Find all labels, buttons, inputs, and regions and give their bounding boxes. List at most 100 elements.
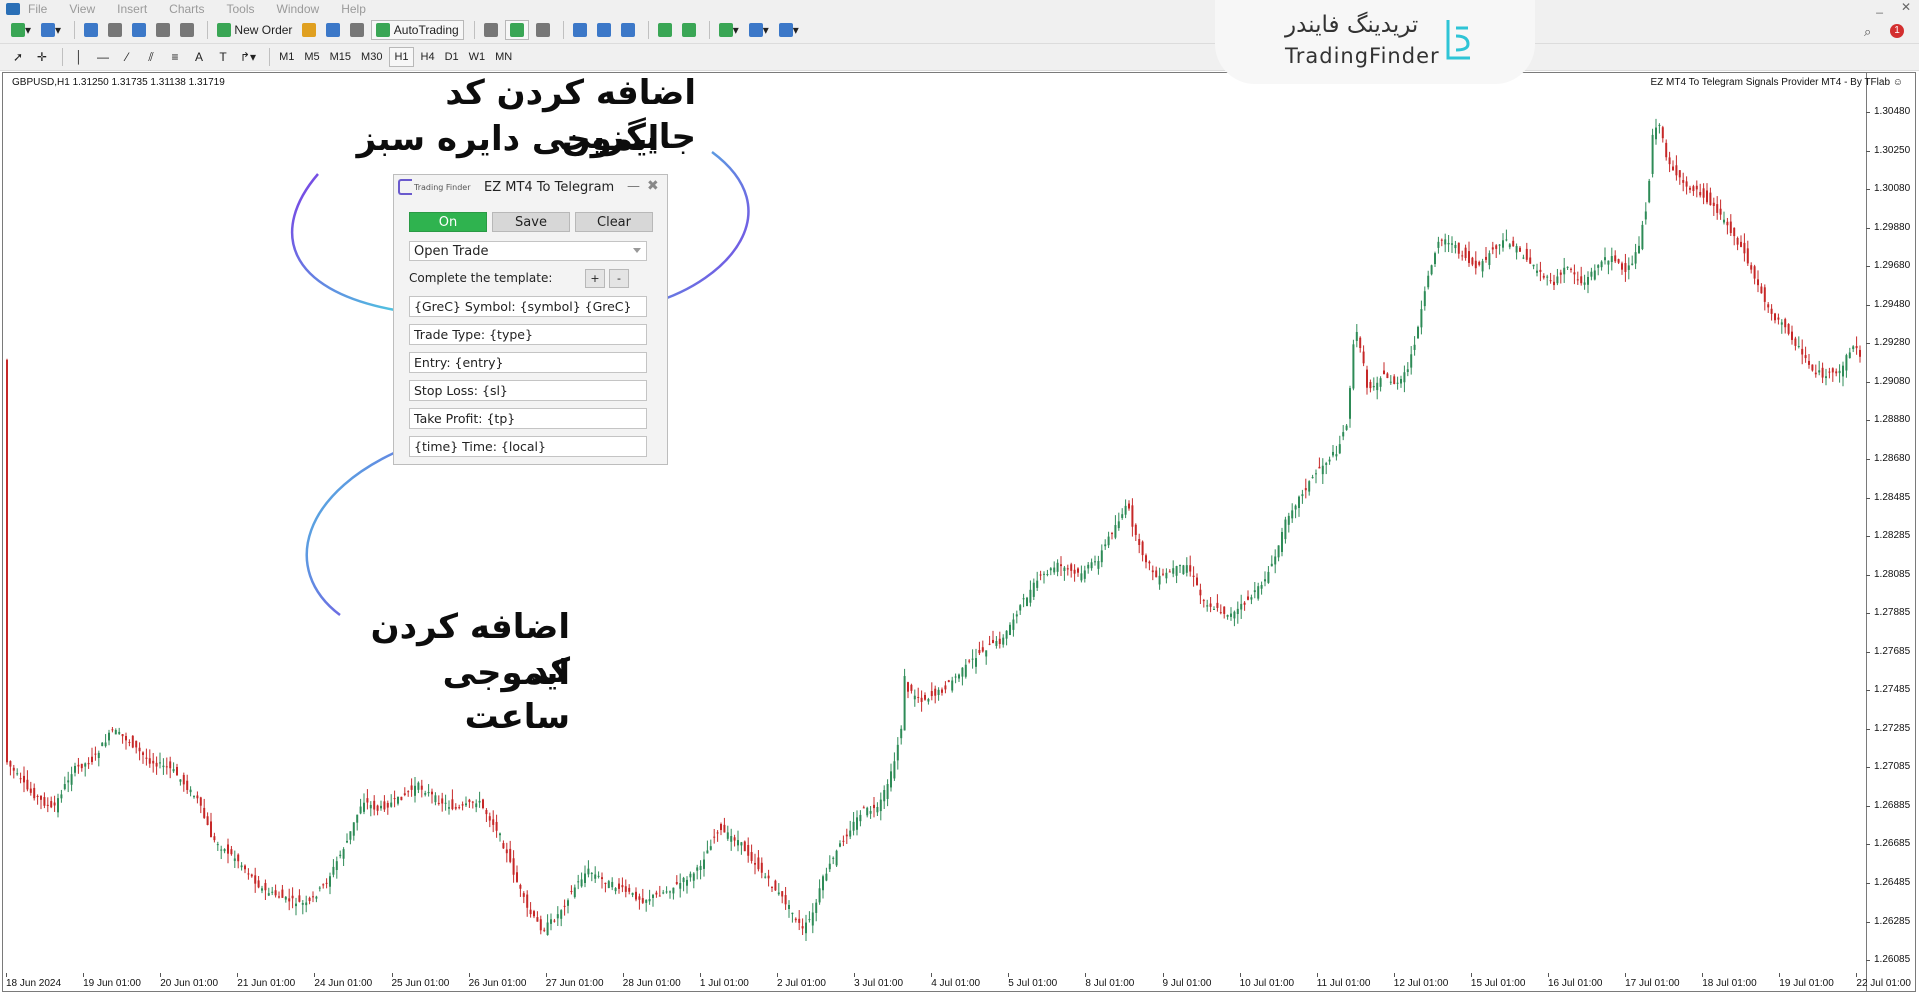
candle-body: [118, 731, 121, 734]
trade-event-select[interactable]: Open Trade: [409, 241, 647, 261]
candle-body: [1005, 630, 1008, 639]
candle-body: [1505, 239, 1508, 241]
candle-body: [1515, 246, 1518, 253]
template-field-3[interactable]: Entry: {entry}: [409, 352, 647, 373]
candle-body: [995, 640, 998, 646]
candle-body: [1855, 346, 1858, 349]
close-icon[interactable]: ✖: [647, 178, 659, 194]
save-button[interactable]: Save: [492, 212, 570, 232]
panel-header[interactable]: Trading Finder EZ MT4 To Telegram — ✖: [394, 175, 667, 201]
candle-body: [131, 735, 134, 748]
candle-body: [1736, 238, 1739, 245]
candle-body: [1468, 251, 1470, 263]
candle-body: [1277, 545, 1280, 558]
template-field-6[interactable]: {time} Time: {local}: [409, 436, 647, 457]
candle-body: [325, 882, 328, 884]
candle-body: [835, 850, 838, 866]
candle-body: [1260, 585, 1263, 589]
candle-body: [1689, 187, 1691, 190]
candle-body: [369, 804, 372, 809]
candle-body: [1311, 477, 1314, 479]
candle-body: [380, 805, 382, 809]
candle-body: [672, 887, 675, 894]
candle-body: [162, 765, 165, 768]
panel-brand: Trading Finder: [414, 183, 471, 192]
candle-body: [298, 895, 301, 902]
candle-body: [1437, 241, 1440, 248]
candle-body: [305, 902, 308, 906]
candle-body: [750, 852, 753, 861]
minimize-icon[interactable]: —: [627, 179, 640, 194]
tradingfinder-logo-icon: [1446, 20, 1470, 60]
candle-body: [1148, 561, 1151, 564]
candle-body: [165, 766, 168, 768]
candle-body: [57, 798, 59, 813]
candle-body: [692, 873, 695, 881]
candle-body: [631, 892, 634, 895]
candle-body: [342, 849, 345, 859]
template-label: Complete the template:: [409, 271, 553, 285]
candle-body: [1634, 252, 1637, 264]
candle-body: [1019, 605, 1022, 611]
logo-text-en: TradingFinder: [1285, 44, 1440, 68]
template-field-5[interactable]: Take Profit: {tp}: [409, 408, 647, 429]
candle-body: [1131, 505, 1134, 527]
candle-body: [322, 884, 325, 886]
template-field-1[interactable]: {GreC} Symbol: {symbol} {GreC}: [409, 296, 647, 317]
candle-body: [1774, 313, 1776, 321]
candle-body: [1743, 242, 1746, 254]
template-field-4[interactable]: Stop Loss: {sl}: [409, 380, 647, 401]
candle-body: [478, 800, 481, 803]
candle-body: [1070, 564, 1073, 571]
candle-body: [1471, 257, 1474, 265]
candle-body: [818, 888, 821, 903]
candle-body: [573, 887, 576, 898]
candle-body: [441, 798, 444, 804]
candle-body: [482, 799, 484, 808]
candle-body: [33, 787, 36, 799]
candle-body: [1740, 241, 1742, 247]
candle-body: [1138, 539, 1141, 546]
candle-body: [543, 929, 546, 931]
candle-body: [1651, 134, 1654, 174]
candle-body: [1593, 270, 1596, 280]
candle-body: [1583, 282, 1586, 285]
candle-body: [1094, 561, 1096, 563]
candle-body: [903, 676, 906, 731]
candle-body: [1366, 369, 1368, 388]
candle-body: [546, 922, 549, 936]
candle-body: [652, 894, 654, 898]
candle-body: [1039, 574, 1042, 576]
candle-body: [308, 897, 311, 901]
add-line-button[interactable]: +: [585, 269, 605, 288]
on-button[interactable]: On: [409, 212, 487, 232]
candle-body: [1672, 166, 1674, 171]
candle-body: [1723, 219, 1725, 223]
candle-body: [19, 778, 22, 780]
candle-body: [1729, 221, 1732, 234]
candle-body: [635, 891, 637, 900]
candle-body: [1240, 603, 1243, 610]
clear-button[interactable]: Clear: [575, 212, 653, 232]
candle-body: [1682, 180, 1685, 183]
candle-body: [805, 922, 807, 934]
candle-body: [1763, 287, 1766, 302]
candle-body: [1658, 124, 1661, 126]
candle-body: [1410, 354, 1413, 368]
candle-body: [1134, 524, 1137, 535]
candle-body: [1852, 346, 1855, 350]
template-field-2[interactable]: Trade Type: {type}: [409, 324, 647, 345]
candle-body: [614, 888, 617, 892]
remove-line-button[interactable]: -: [609, 269, 629, 288]
candle-body: [121, 734, 124, 737]
candle-body: [1760, 286, 1763, 294]
candle-body: [1196, 577, 1198, 586]
candle-body: [1022, 598, 1025, 600]
candle-body: [1304, 488, 1307, 491]
candle-body: [254, 875, 257, 884]
candle-body: [70, 774, 73, 785]
candle-body: [410, 785, 413, 790]
candle-body: [788, 904, 790, 909]
candle-body: [80, 763, 83, 769]
candle-body: [754, 862, 756, 865]
